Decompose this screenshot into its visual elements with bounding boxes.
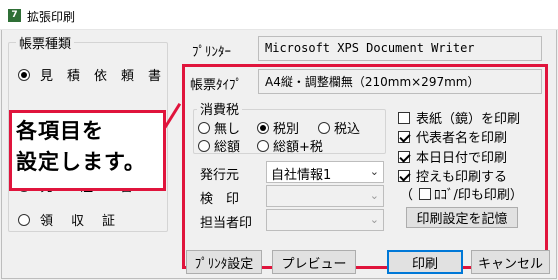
person-stamp-select[interactable]: ⌄ (266, 209, 384, 231)
radio-tax-excluded-indicator[interactable] (257, 121, 269, 134)
chevron-down-icon: ⌄ (369, 189, 379, 202)
radio-tax-total[interactable]: 総額 (198, 136, 240, 155)
chevron-down-icon: ⌄ (369, 165, 379, 178)
form-layout-label: 帳票ﾀｲﾌﾟ (190, 78, 243, 93)
form-type-legend: 帳票種類 (16, 33, 75, 52)
issuer-select-value: 自社情報1 (271, 168, 332, 183)
checkbox-print-today-label: 本日日付で印刷 (416, 151, 508, 166)
checkbox-print-logo-label: ﾛｺﾞ/印も印刷 (434, 188, 510, 203)
callout-box: 各項目を 設定します。 (9, 110, 166, 191)
callout-line-1: 各項目を (16, 119, 104, 143)
radio-form-receipt[interactable]: 領収証 (18, 210, 133, 229)
radio-estimate-indicator[interactable] (18, 68, 30, 81)
checkbox-print-representative-label: 代表者名を印刷 (416, 131, 508, 146)
radio-tax-total-plus-label: 総額+税 (273, 140, 323, 155)
logo-option-open-paren: （ (400, 188, 414, 203)
issuer-select[interactable]: 自社情報1 ⌄ (266, 161, 384, 183)
checkbox-print-logo-box[interactable] (419, 187, 432, 200)
checkbox-print-cover-box[interactable] (398, 111, 410, 124)
checkbox-print-representative-box[interactable] (398, 130, 410, 143)
form-layout-field[interactable]: A4縦・調整欄無（210mm×297mm） (258, 69, 542, 94)
checkbox-print-copy[interactable]: 控えも印刷する (398, 166, 507, 185)
stamp-label: 検 印 (200, 192, 240, 207)
radio-tax-total-label: 総額 (214, 140, 241, 155)
chevron-down-icon: ⌄ (369, 213, 379, 226)
checkbox-print-cover-label: 表紙（鏡）を印刷 (416, 112, 521, 127)
radio-tax-excluded[interactable]: 税別 (257, 118, 299, 137)
printer-settings-button[interactable]: ﾌﾟﾘﾝﾀ設定 (186, 250, 262, 274)
person-stamp-label: 担当者印 (200, 216, 253, 231)
stamp-select[interactable]: ⌄ (266, 185, 384, 207)
preview-button[interactable]: プレビュー (272, 250, 356, 274)
printer-field[interactable]: Microsoft XPS Document Writer (258, 36, 542, 61)
radio-tax-included-indicator[interactable] (318, 121, 330, 134)
radio-tax-total-plus-indicator[interactable] (257, 139, 269, 152)
radio-receipt-label: 領収証 (40, 214, 134, 229)
radio-estimate-label: 見積依頼書 (40, 69, 176, 84)
checkbox-print-logo[interactable]: （ ﾛｺﾞ/印も印刷 ） (400, 184, 523, 203)
radio-tax-excluded-label: 税別 (273, 122, 300, 137)
print-button[interactable]: 印刷 (387, 250, 463, 274)
radio-tax-none[interactable]: 無し (198, 118, 240, 137)
checkbox-print-copy-label: 控えも印刷する (416, 170, 508, 185)
printer-label: ﾌﾟﾘﾝﾀｰ (192, 45, 231, 60)
radio-tax-total-plus[interactable]: 総額+税 (257, 136, 323, 155)
logo-option-close-paren: ） (509, 188, 523, 203)
checkbox-print-today-box[interactable] (398, 150, 410, 163)
radio-tax-none-label: 無し (214, 122, 241, 137)
title-bar: 7 拡張印刷 (0, 0, 558, 30)
tax-legend: 消費税 (197, 99, 243, 118)
checkbox-print-cover[interactable]: 表紙（鏡）を印刷 (398, 108, 520, 127)
radio-tax-none-indicator[interactable] (198, 121, 210, 134)
radio-tax-total-indicator[interactable] (198, 139, 210, 152)
dialog-body: 帳票種類 見積依頼書 発注書 領収証 各項目を 設定します。 ﾌﾟﾘﾝﾀｰ Mi… (1, 30, 557, 279)
checkbox-print-today[interactable]: 本日日付で印刷 (398, 147, 507, 166)
checkbox-print-representative[interactable]: 代表者名を印刷 (398, 127, 507, 146)
issuer-label: 発行元 (200, 168, 240, 183)
radio-form-estimate[interactable]: 見積依頼書 (18, 65, 175, 84)
radio-tax-included-label: 税込 (334, 122, 361, 137)
callout-line-2: 設定します。 (16, 150, 146, 174)
save-print-settings-button[interactable]: 印刷設定を記憶 (406, 207, 518, 228)
app-icon: 7 (8, 9, 21, 22)
radio-receipt-indicator[interactable] (18, 213, 30, 226)
cancel-button[interactable]: キャンセル (471, 250, 550, 274)
checkbox-print-copy-box[interactable] (398, 169, 410, 182)
radio-tax-included[interactable]: 税込 (318, 118, 360, 137)
window-title: 拡張印刷 (27, 10, 76, 24)
